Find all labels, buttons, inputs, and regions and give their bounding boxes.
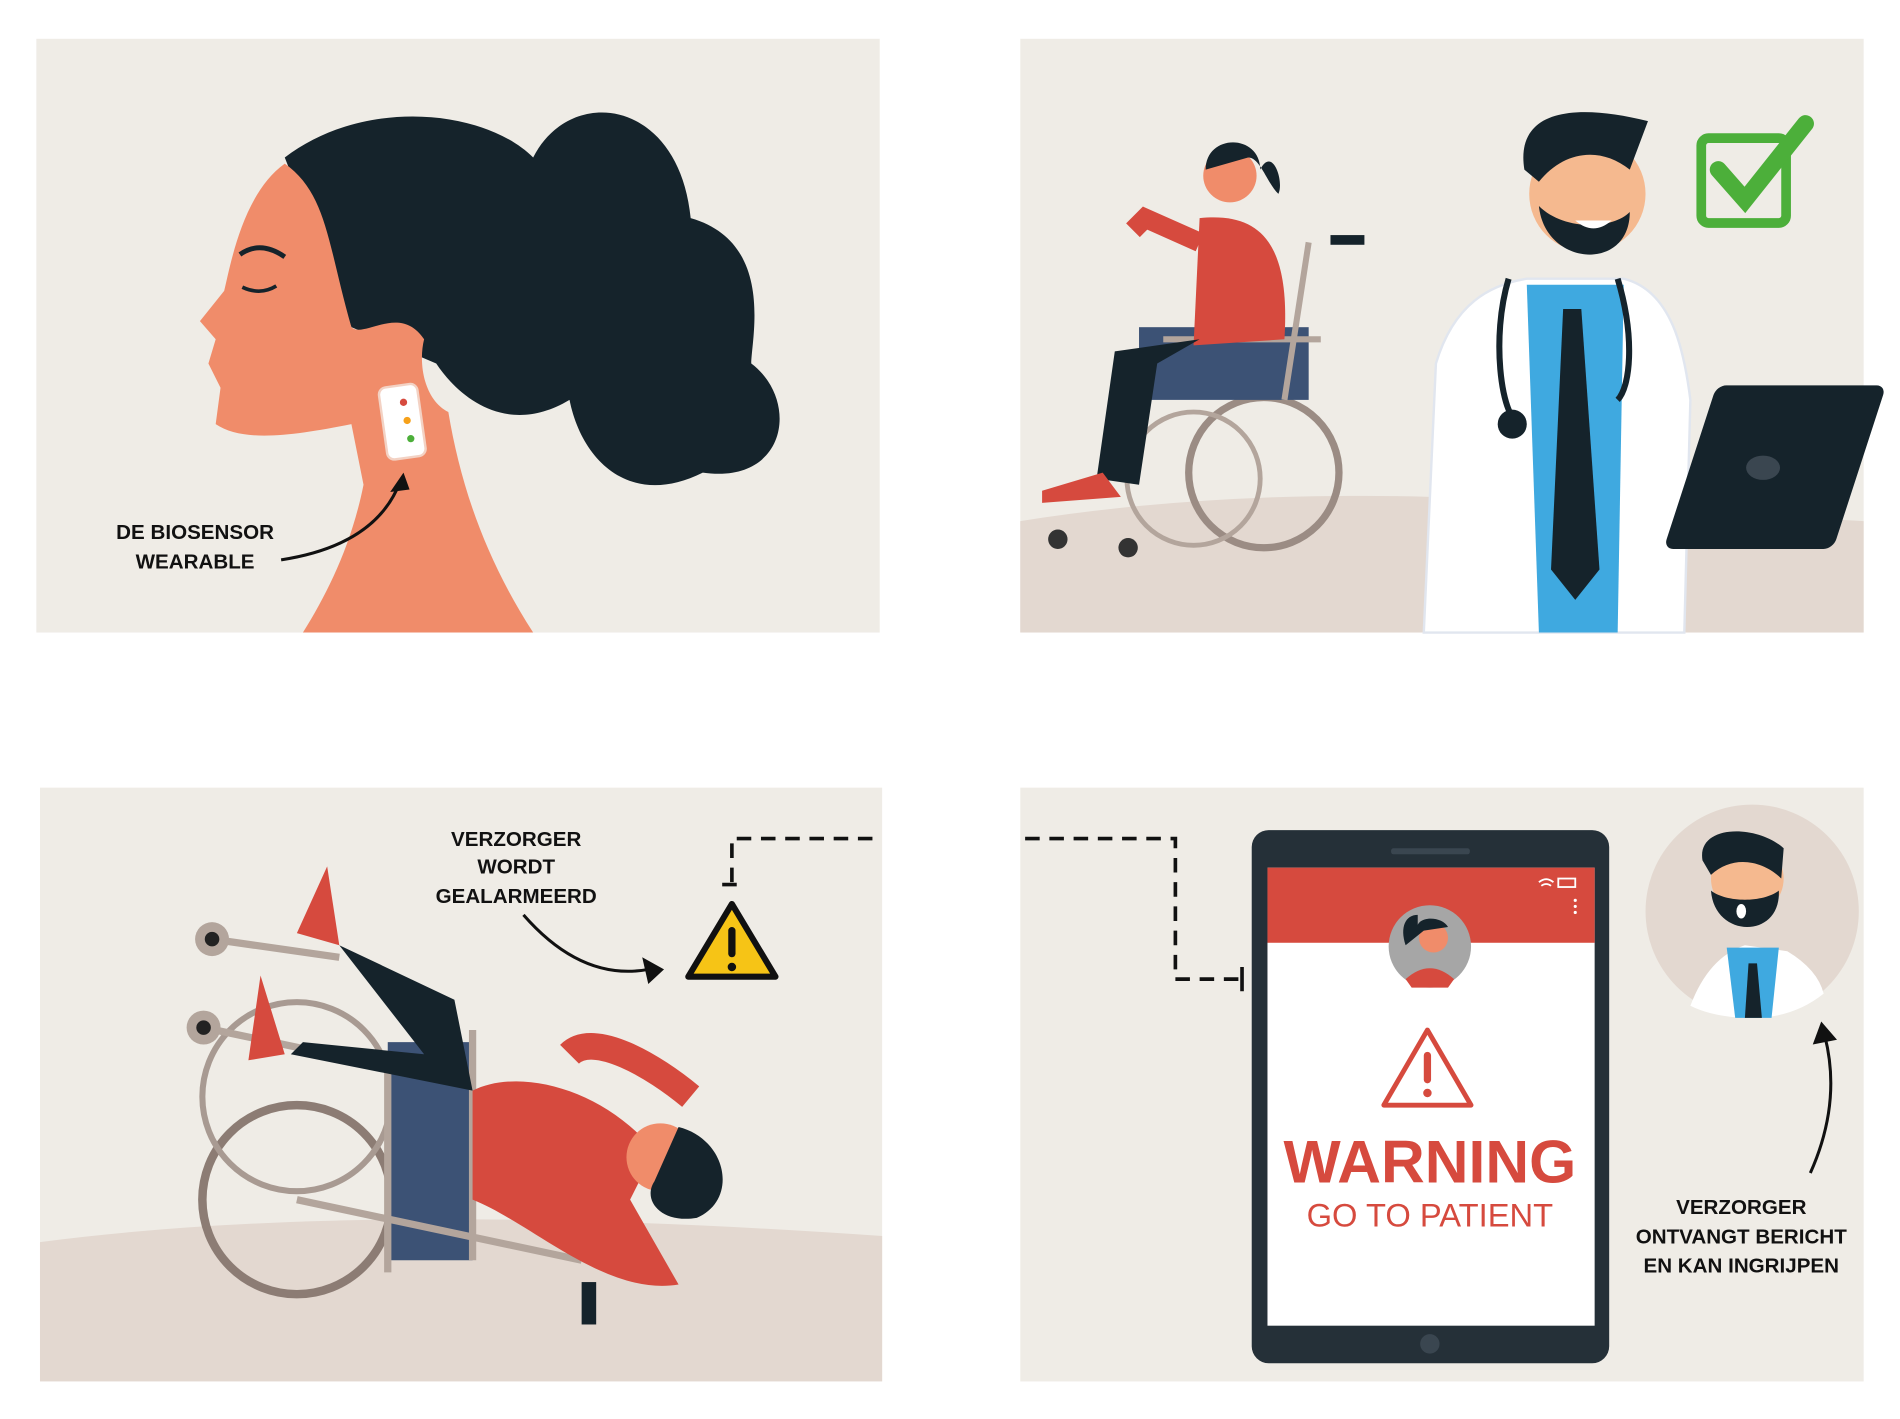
biosensor-label-line2: WEARABLE [136,550,255,573]
warning-title: WARNING [1283,1128,1576,1196]
tablet-label-line1: VERZORGER [1676,1196,1806,1219]
warning-subtitle: GO TO PATIENT [1307,1196,1554,1233]
panel-doctor [1020,38,1884,634]
caregiver-avatar [1645,804,1859,1018]
more-options-icon[interactable] [1573,898,1577,915]
infographic: DE BIOSENSOR WEARABLE VERZORGER WORDT GE… [36,38,1884,1382]
panel-biosensor: DE BIOSENSOR WEARABLE [36,38,880,633]
biosensor-label-line1: DE BIOSENSOR [116,521,274,544]
tablet-label-line3: EN KAN INGRIJPEN [1643,1254,1839,1277]
tablet-device: WARNING GO TO PATIENT [1251,830,1610,1364]
fall-label-line1: VERZORGER [451,828,581,851]
panel-tablet: WARNING GO TO PATIENT VERZORGER ONTVANGT… [1020,787,1864,1382]
fall-label-line2: WORDT [477,856,555,879]
patient-avatar [1388,905,1472,988]
fall-label-line3: GEALARMEERD [436,885,597,908]
biosensor-device [377,382,427,461]
tablet-label-line2: ONTVANGT BERICHT [1636,1225,1848,1248]
panel-fall: VERZORGER WORDT GEALARMEERD [39,787,883,1382]
